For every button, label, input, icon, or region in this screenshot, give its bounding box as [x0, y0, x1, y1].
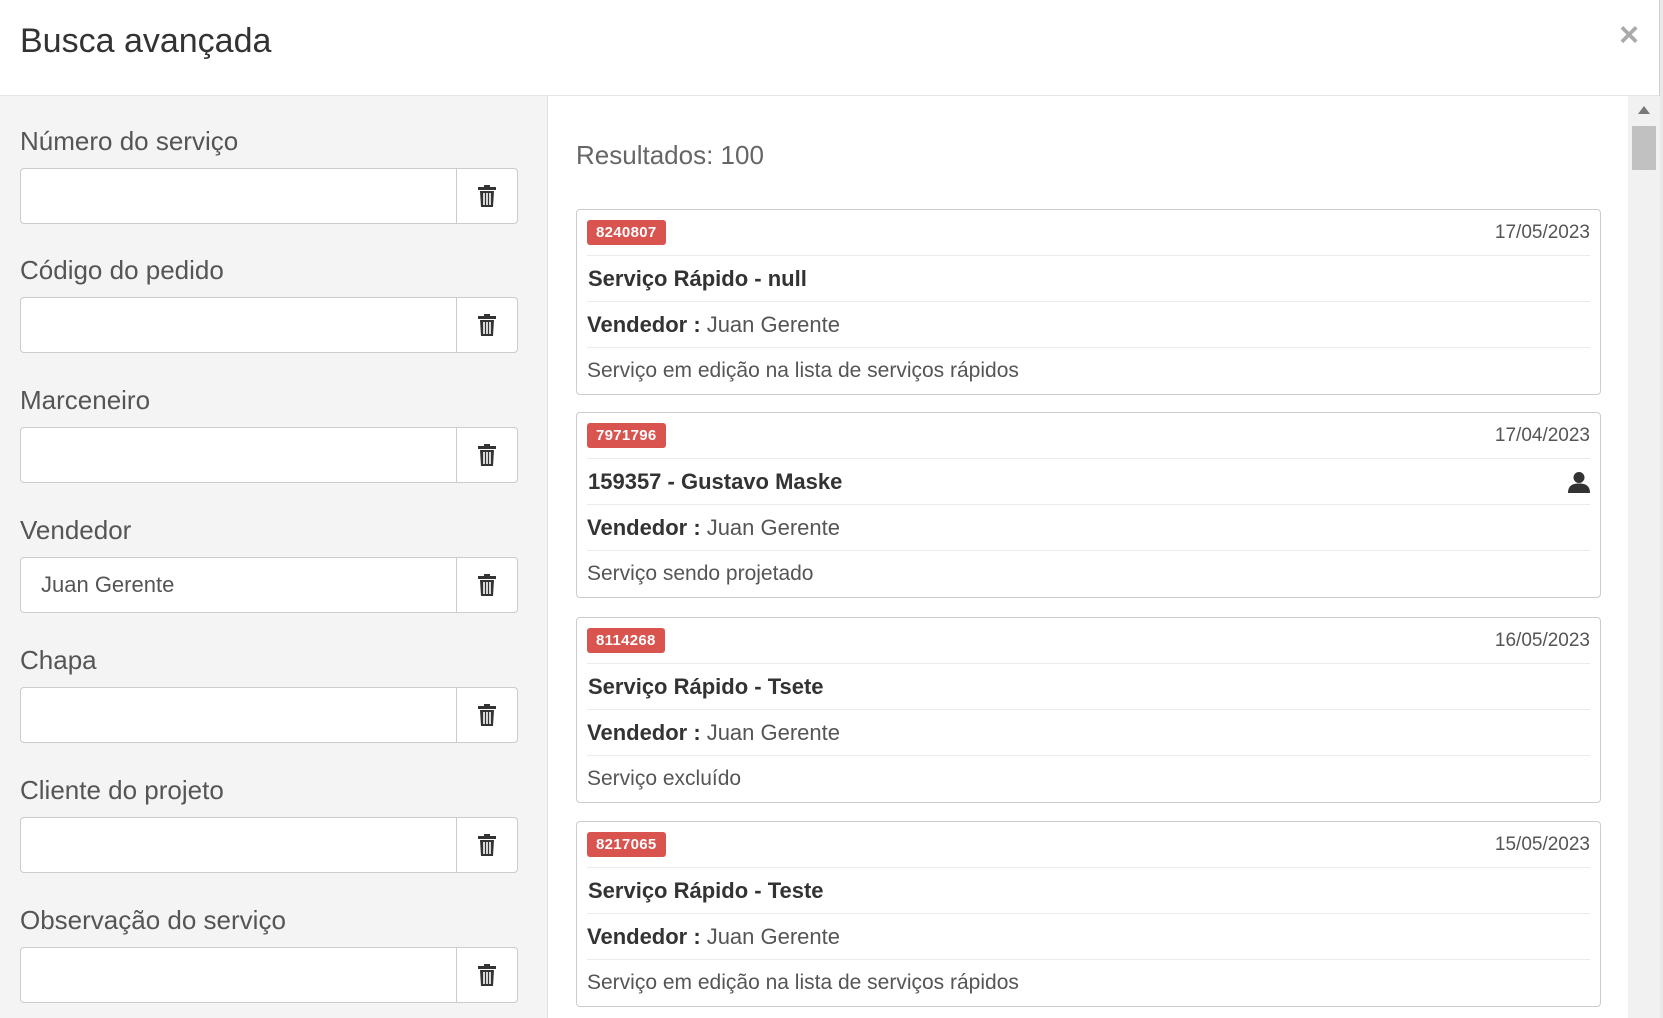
seller-input[interactable] — [20, 557, 456, 613]
modal-header: Busca avançada × — [0, 0, 1659, 96]
modal-title: Busca avançada — [20, 22, 272, 60]
scroll-up-arrow[interactable] — [1638, 106, 1650, 114]
trash-icon — [478, 185, 496, 207]
card-title-row: Serviço Rápido - Tsete — [587, 664, 1590, 710]
filter-label: Número do serviço — [20, 126, 239, 156]
results-scrollbar[interactable] — [1628, 96, 1660, 1018]
filter-label: Observação do serviço — [20, 905, 286, 935]
seller-label: Vendedor : — [587, 923, 701, 949]
card-title-row: Serviço Rápido - Teste — [587, 868, 1590, 914]
card-seller-row: Vendedor : Juan Gerente — [587, 505, 1590, 551]
filter-sheet: Chapa — [20, 643, 518, 743]
input-group — [20, 687, 518, 743]
service-id-badge: 8114268 — [587, 628, 665, 653]
results-panel: Resultados: 100 8240807 17/05/2023 Servi… — [549, 96, 1627, 1018]
filter-label: Código do pedido — [20, 255, 224, 285]
service-date: 16/05/2023 — [1494, 629, 1590, 651]
user-icon — [1568, 471, 1590, 493]
card-seller-row: Vendedor : Juan Gerente — [587, 302, 1590, 348]
input-group — [20, 947, 518, 1003]
result-card[interactable]: 7971796 17/04/2023 159357 - Gustavo Mask… — [576, 412, 1601, 598]
card-header: 8240807 17/05/2023 — [587, 210, 1590, 256]
card-header: 8114268 16/05/2023 — [587, 618, 1590, 664]
card-seller-row: Vendedor : Juan Gerente — [587, 914, 1590, 960]
clear-seller-button[interactable] — [456, 557, 518, 613]
service-number-input[interactable] — [20, 168, 456, 224]
filter-service-number: Número do serviço — [20, 124, 518, 224]
filter-service-note: Observação do serviço — [20, 903, 518, 1003]
service-status: Serviço em edição na lista de serviços r… — [587, 971, 1019, 994]
card-status-row: Serviço em edição na lista de serviços r… — [587, 348, 1590, 394]
service-status: Serviço sendo projetado — [587, 562, 814, 585]
service-status: Serviço em edição na lista de serviços r… — [587, 359, 1019, 382]
input-group — [20, 557, 518, 613]
trash-icon — [478, 704, 496, 726]
filters-sidebar: Número do serviço Código do pedido Marce… — [0, 96, 548, 1018]
service-date: 15/05/2023 — [1494, 833, 1590, 855]
seller-name: Juan Gerente — [706, 719, 840, 745]
seller-label: Vendedor : — [587, 514, 701, 540]
service-id-badge: 8217065 — [587, 832, 666, 857]
trash-icon — [478, 314, 496, 336]
modal-body: Número do serviço Código do pedido Marce… — [0, 96, 1660, 1018]
card-status-row: Serviço em edição na lista de serviços r… — [587, 960, 1590, 1006]
order-code-input[interactable] — [20, 297, 456, 353]
input-group — [20, 297, 518, 353]
service-id-badge: 7971796 — [587, 423, 666, 448]
card-status-row: Serviço excluído — [587, 756, 1590, 802]
results-count: Resultados: 100 — [576, 140, 764, 170]
seller-name: Juan Gerente — [706, 923, 840, 949]
service-id-badge: 8240807 — [587, 220, 666, 245]
service-title: Serviço Rápido - null — [588, 265, 807, 291]
filter-carpenter: Marceneiro — [20, 383, 518, 483]
clear-project-client-button[interactable] — [456, 817, 518, 873]
seller-name: Juan Gerente — [706, 311, 840, 337]
filter-order-code: Código do pedido — [20, 253, 518, 353]
clear-carpenter-button[interactable] — [456, 427, 518, 483]
input-group — [20, 168, 518, 224]
service-note-input[interactable] — [20, 947, 456, 1003]
card-title-row: 159357 - Gustavo Maske — [587, 459, 1590, 505]
seller-name: Juan Gerente — [706, 514, 840, 540]
filter-label: Vendedor — [20, 515, 132, 545]
filter-project-client: Cliente do projeto — [20, 773, 518, 873]
filter-label: Marceneiro — [20, 385, 151, 415]
seller-label: Vendedor : — [587, 719, 701, 745]
project-client-input[interactable] — [20, 817, 456, 873]
filter-label: Chapa — [20, 645, 97, 675]
input-group — [20, 817, 518, 873]
sheet-input[interactable] — [20, 687, 456, 743]
service-title: Serviço Rápido - Tsete — [588, 673, 824, 699]
carpenter-input[interactable] — [20, 427, 456, 483]
card-title-row: Serviço Rápido - null — [587, 256, 1590, 302]
card-header: 8217065 15/05/2023 — [587, 822, 1590, 868]
close-icon[interactable]: × — [1619, 18, 1639, 52]
trash-icon — [478, 574, 496, 596]
result-card[interactable]: 8240807 17/05/2023 Serviço Rápido - null… — [576, 209, 1601, 395]
advanced-search-modal: Busca avançada × Número do serviço Códig… — [0, 0, 1660, 1018]
service-title: Serviço Rápido - Teste — [588, 877, 824, 903]
trash-icon — [478, 834, 496, 856]
input-group — [20, 427, 518, 483]
seller-label: Vendedor : — [587, 311, 701, 337]
card-status-row: Serviço sendo projetado — [587, 551, 1590, 597]
clear-sheet-button[interactable] — [456, 687, 518, 743]
service-date: 17/05/2023 — [1494, 221, 1590, 243]
clear-service-note-button[interactable] — [456, 947, 518, 1003]
clear-service-number-button[interactable] — [456, 168, 518, 224]
clear-order-code-button[interactable] — [456, 297, 518, 353]
trash-icon — [478, 964, 496, 986]
service-status: Serviço excluído — [587, 767, 742, 790]
trash-icon — [478, 444, 496, 466]
scroll-thumb[interactable] — [1632, 126, 1656, 170]
filter-seller: Vendedor — [20, 513, 518, 613]
filter-label: Cliente do projeto — [20, 775, 224, 805]
result-card[interactable]: 8217065 15/05/2023 Serviço Rápido - Test… — [576, 821, 1601, 1007]
card-header: 7971796 17/04/2023 — [587, 413, 1590, 459]
result-card[interactable]: 8114268 16/05/2023 Serviço Rápido - Tset… — [576, 617, 1601, 803]
service-title: 159357 - Gustavo Maske — [588, 468, 843, 494]
service-date: 17/04/2023 — [1494, 424, 1590, 446]
card-seller-row: Vendedor : Juan Gerente — [587, 710, 1590, 756]
